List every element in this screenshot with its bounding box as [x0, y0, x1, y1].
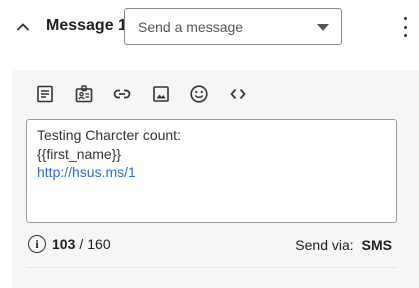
caret-down-icon	[317, 24, 329, 31]
collapse-button[interactable]	[12, 16, 34, 38]
contact-card-icon	[75, 85, 92, 103]
message-type-select-value: Send a message	[138, 19, 244, 35]
insert-image-button[interactable]	[150, 83, 172, 105]
insert-contact-field-button[interactable]	[73, 83, 95, 105]
message-type-select[interactable]: Send a message	[124, 8, 342, 45]
character-count-current: 103	[52, 236, 76, 252]
character-count-separator: /	[79, 236, 84, 252]
kebab-dot	[403, 25, 407, 29]
message-editor-panel: Testing Charcter count: {{first_name}} h…	[12, 70, 419, 288]
emoji-icon	[190, 85, 208, 103]
message-merge-field: {{first_name}}	[37, 145, 122, 162]
insert-emoji-button[interactable]	[188, 83, 210, 105]
info-icon[interactable]: i	[28, 235, 46, 253]
insert-template-button[interactable]	[34, 83, 56, 105]
image-icon	[152, 86, 169, 102]
link-icon	[113, 89, 131, 99]
insert-code-button[interactable]	[227, 83, 249, 105]
send-via-channel: SMS	[361, 237, 392, 253]
message-title: Message 1	[46, 17, 127, 34]
editor-toolbar	[34, 83, 265, 105]
message-text-line: Testing Charcter count:	[37, 127, 181, 143]
send-via: Send via: SMS	[295, 237, 392, 253]
chevron-up-icon	[16, 23, 30, 31]
message-link: http://hsus.ms/1	[37, 164, 136, 180]
more-options-button[interactable]	[398, 17, 412, 37]
kebab-dot	[403, 17, 407, 20]
divider	[26, 267, 397, 268]
insert-link-button[interactable]	[111, 83, 133, 105]
character-counter: i 103 / 160	[28, 234, 111, 254]
kebab-dot	[403, 34, 407, 37]
character-count-max: 160	[87, 236, 111, 252]
document-icon	[37, 85, 53, 103]
message-header: Message 1 Send a message	[0, 0, 419, 56]
send-via-label: Send via:	[295, 237, 354, 253]
code-icon	[229, 88, 246, 100]
message-textarea[interactable]: Testing Charcter count: {{first_name}} h…	[26, 119, 397, 223]
